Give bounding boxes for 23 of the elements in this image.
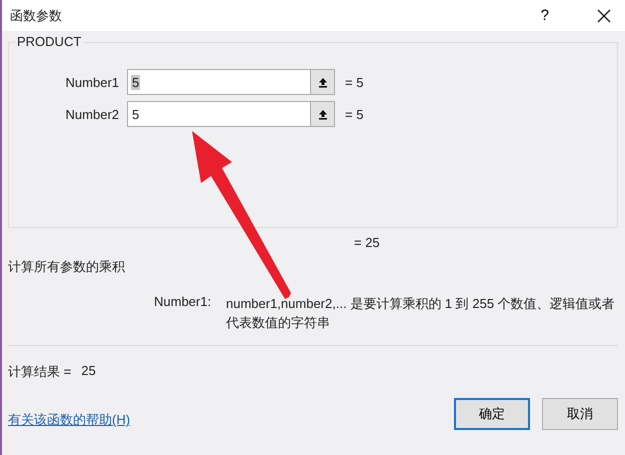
argument-field[interactable]: 5 (127, 101, 311, 127)
function-description: 计算所有参数的乘积 (8, 258, 126, 276)
collapse-button[interactable] (311, 101, 335, 127)
argument-help-text: number1,number2,... 是要计算乘积的 1 到 255 个数值、逻辑值或者代表数值的字符串 (226, 295, 616, 332)
up-arrow-icon (318, 108, 328, 120)
collapse-button[interactable] (311, 69, 335, 95)
argument-label: Number2 (64, 106, 120, 122)
argument-label: Number1 (64, 74, 120, 90)
help-link[interactable]: 有关该函数的帮助(H) (8, 411, 130, 429)
function-name: PRODUCT (15, 34, 84, 49)
formula-result: = 25 (354, 235, 380, 250)
help-button[interactable]: ? (540, 7, 549, 24)
argument-field[interactable]: 5 (127, 69, 311, 95)
close-icon[interactable] (597, 8, 611, 22)
calc-result-value: 25 (81, 363, 96, 380)
window-title: 函数参数 (10, 6, 63, 24)
cancel-button[interactable]: 取消 (542, 398, 618, 430)
calc-result-label: 计算结果 = (8, 363, 72, 381)
argument-help-label: Number1: (154, 294, 212, 311)
up-arrow-icon (318, 76, 328, 88)
argument-result: = 5 (345, 106, 364, 122)
ok-button[interactable]: 确定 (454, 398, 530, 430)
argument-result: = 5 (345, 74, 364, 90)
